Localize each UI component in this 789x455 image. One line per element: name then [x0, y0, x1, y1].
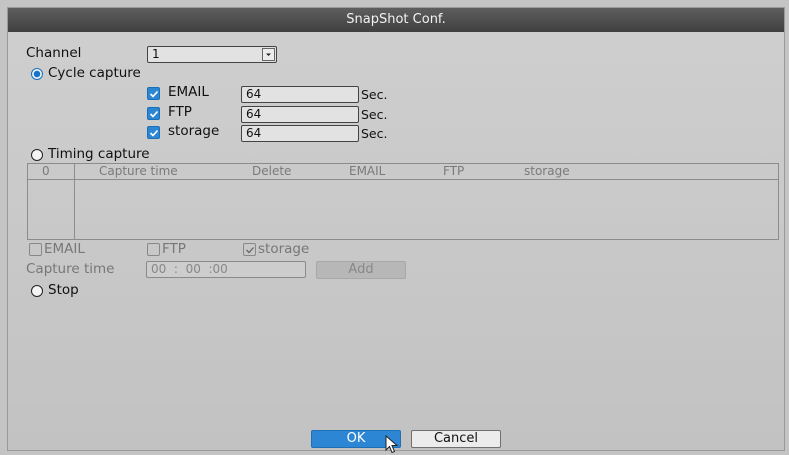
storage-interval-input[interactable]: 64 [241, 125, 359, 142]
timing-ftp-checkbox[interactable] [147, 243, 160, 256]
col-email: EMAIL [349, 164, 386, 178]
check-icon [246, 247, 254, 254]
dialog-title: SnapShot Conf. [8, 8, 784, 32]
timing-schedule-table[interactable]: 0 Capture time Delete EMAIL FTP storage [27, 163, 779, 240]
storage-label: storage [168, 123, 220, 139]
check-icon [149, 90, 159, 98]
cycle-capture-radio[interactable] [31, 68, 43, 80]
storage-unit: Sec. [361, 126, 388, 141]
timing-capture-label: Timing capture [48, 146, 150, 162]
ftp-interval-input[interactable]: 64 [241, 106, 359, 123]
mouse-pointer-icon [385, 435, 399, 454]
col-index: 0 [42, 164, 50, 178]
add-button[interactable]: Add [316, 261, 406, 279]
timing-storage-checkbox[interactable] [243, 243, 256, 256]
timing-email-checkbox[interactable] [29, 243, 42, 256]
email-interval-input[interactable]: 64 [241, 86, 359, 103]
cycle-capture-label: Cycle capture [48, 65, 141, 81]
ftp-checkbox[interactable] [147, 107, 160, 120]
channel-value: 1 [152, 47, 160, 61]
timing-email-label: EMAIL [44, 241, 85, 257]
snapshot-dialog: SnapShot Conf. Channel 1 Cycle capture E… [7, 7, 785, 454]
email-unit: Sec. [361, 87, 388, 102]
table-header: 0 Capture time Delete EMAIL FTP storage [28, 164, 778, 180]
channel-select[interactable]: 1 [147, 46, 277, 63]
col-storage: storage [524, 164, 570, 178]
timing-storage-label: storage [258, 241, 310, 257]
email-checkbox[interactable] [147, 87, 160, 100]
ftp-label: FTP [168, 104, 192, 120]
col-ftp: FTP [443, 164, 465, 178]
email-label: EMAIL [168, 84, 209, 100]
check-icon [149, 129, 159, 137]
timing-capture-radio[interactable] [31, 149, 43, 161]
col-capture-time: Capture time [99, 164, 178, 178]
check-icon [149, 110, 159, 118]
col-delete: Delete [252, 164, 292, 178]
capture-time-input[interactable]: 00 : 00 :00 [146, 261, 306, 278]
capture-time-label: Capture time [26, 261, 115, 277]
stop-radio[interactable] [31, 285, 43, 297]
cancel-button[interactable]: Cancel [411, 430, 501, 448]
chevron-down-icon[interactable] [262, 48, 275, 61]
channel-label: Channel [26, 45, 82, 61]
timing-ftp-label: FTP [162, 241, 186, 257]
stop-label: Stop [48, 282, 79, 298]
ftp-unit: Sec. [361, 107, 388, 122]
storage-checkbox[interactable] [147, 126, 160, 139]
column-divider [74, 164, 75, 239]
